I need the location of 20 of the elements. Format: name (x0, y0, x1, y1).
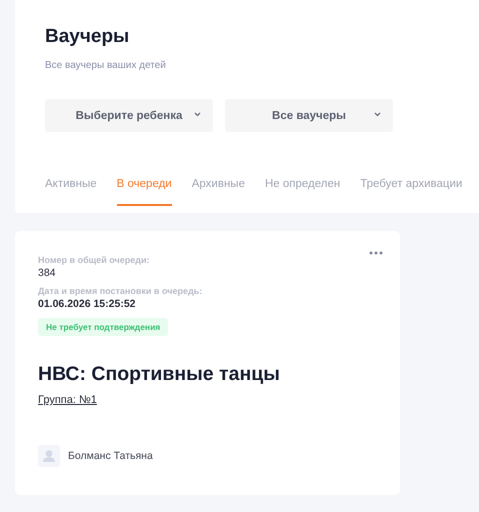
tab[interactable]: Активные (45, 178, 97, 206)
more-icon[interactable] (369, 251, 383, 255)
tab[interactable]: Не определен (264, 178, 340, 206)
queue-date: 01.06.2026 15:25:52 (38, 297, 136, 311)
tab[interactable]: Архивные (192, 178, 245, 206)
queue-label: Номер в общей очереди: (38, 255, 151, 266)
child-name: Болманс Татьяна (68, 450, 153, 462)
tab[interactable]: Требует архивации (360, 178, 462, 206)
queue-number: 384 (38, 266, 57, 280)
page-title: Ваучеры (45, 26, 130, 48)
group-link[interactable]: Группа: №1 (38, 394, 97, 406)
tab[interactable]: В очереди (116, 178, 172, 206)
dropdown[interactable]: Выберите ребенка (45, 99, 213, 132)
page-subtitle: Все ваучеры ваших детей (45, 60, 167, 71)
chevron-down-icon (194, 112, 201, 117)
dropdown[interactable]: Все ваучеры (225, 99, 393, 132)
voucher-title: НВС: Спортивные танцы (38, 362, 281, 386)
date-label: Дата и время постановки в очередь: (38, 286, 204, 297)
chevron-down-icon (374, 112, 381, 117)
status-badge: Не требует подтверждения (38, 318, 168, 336)
